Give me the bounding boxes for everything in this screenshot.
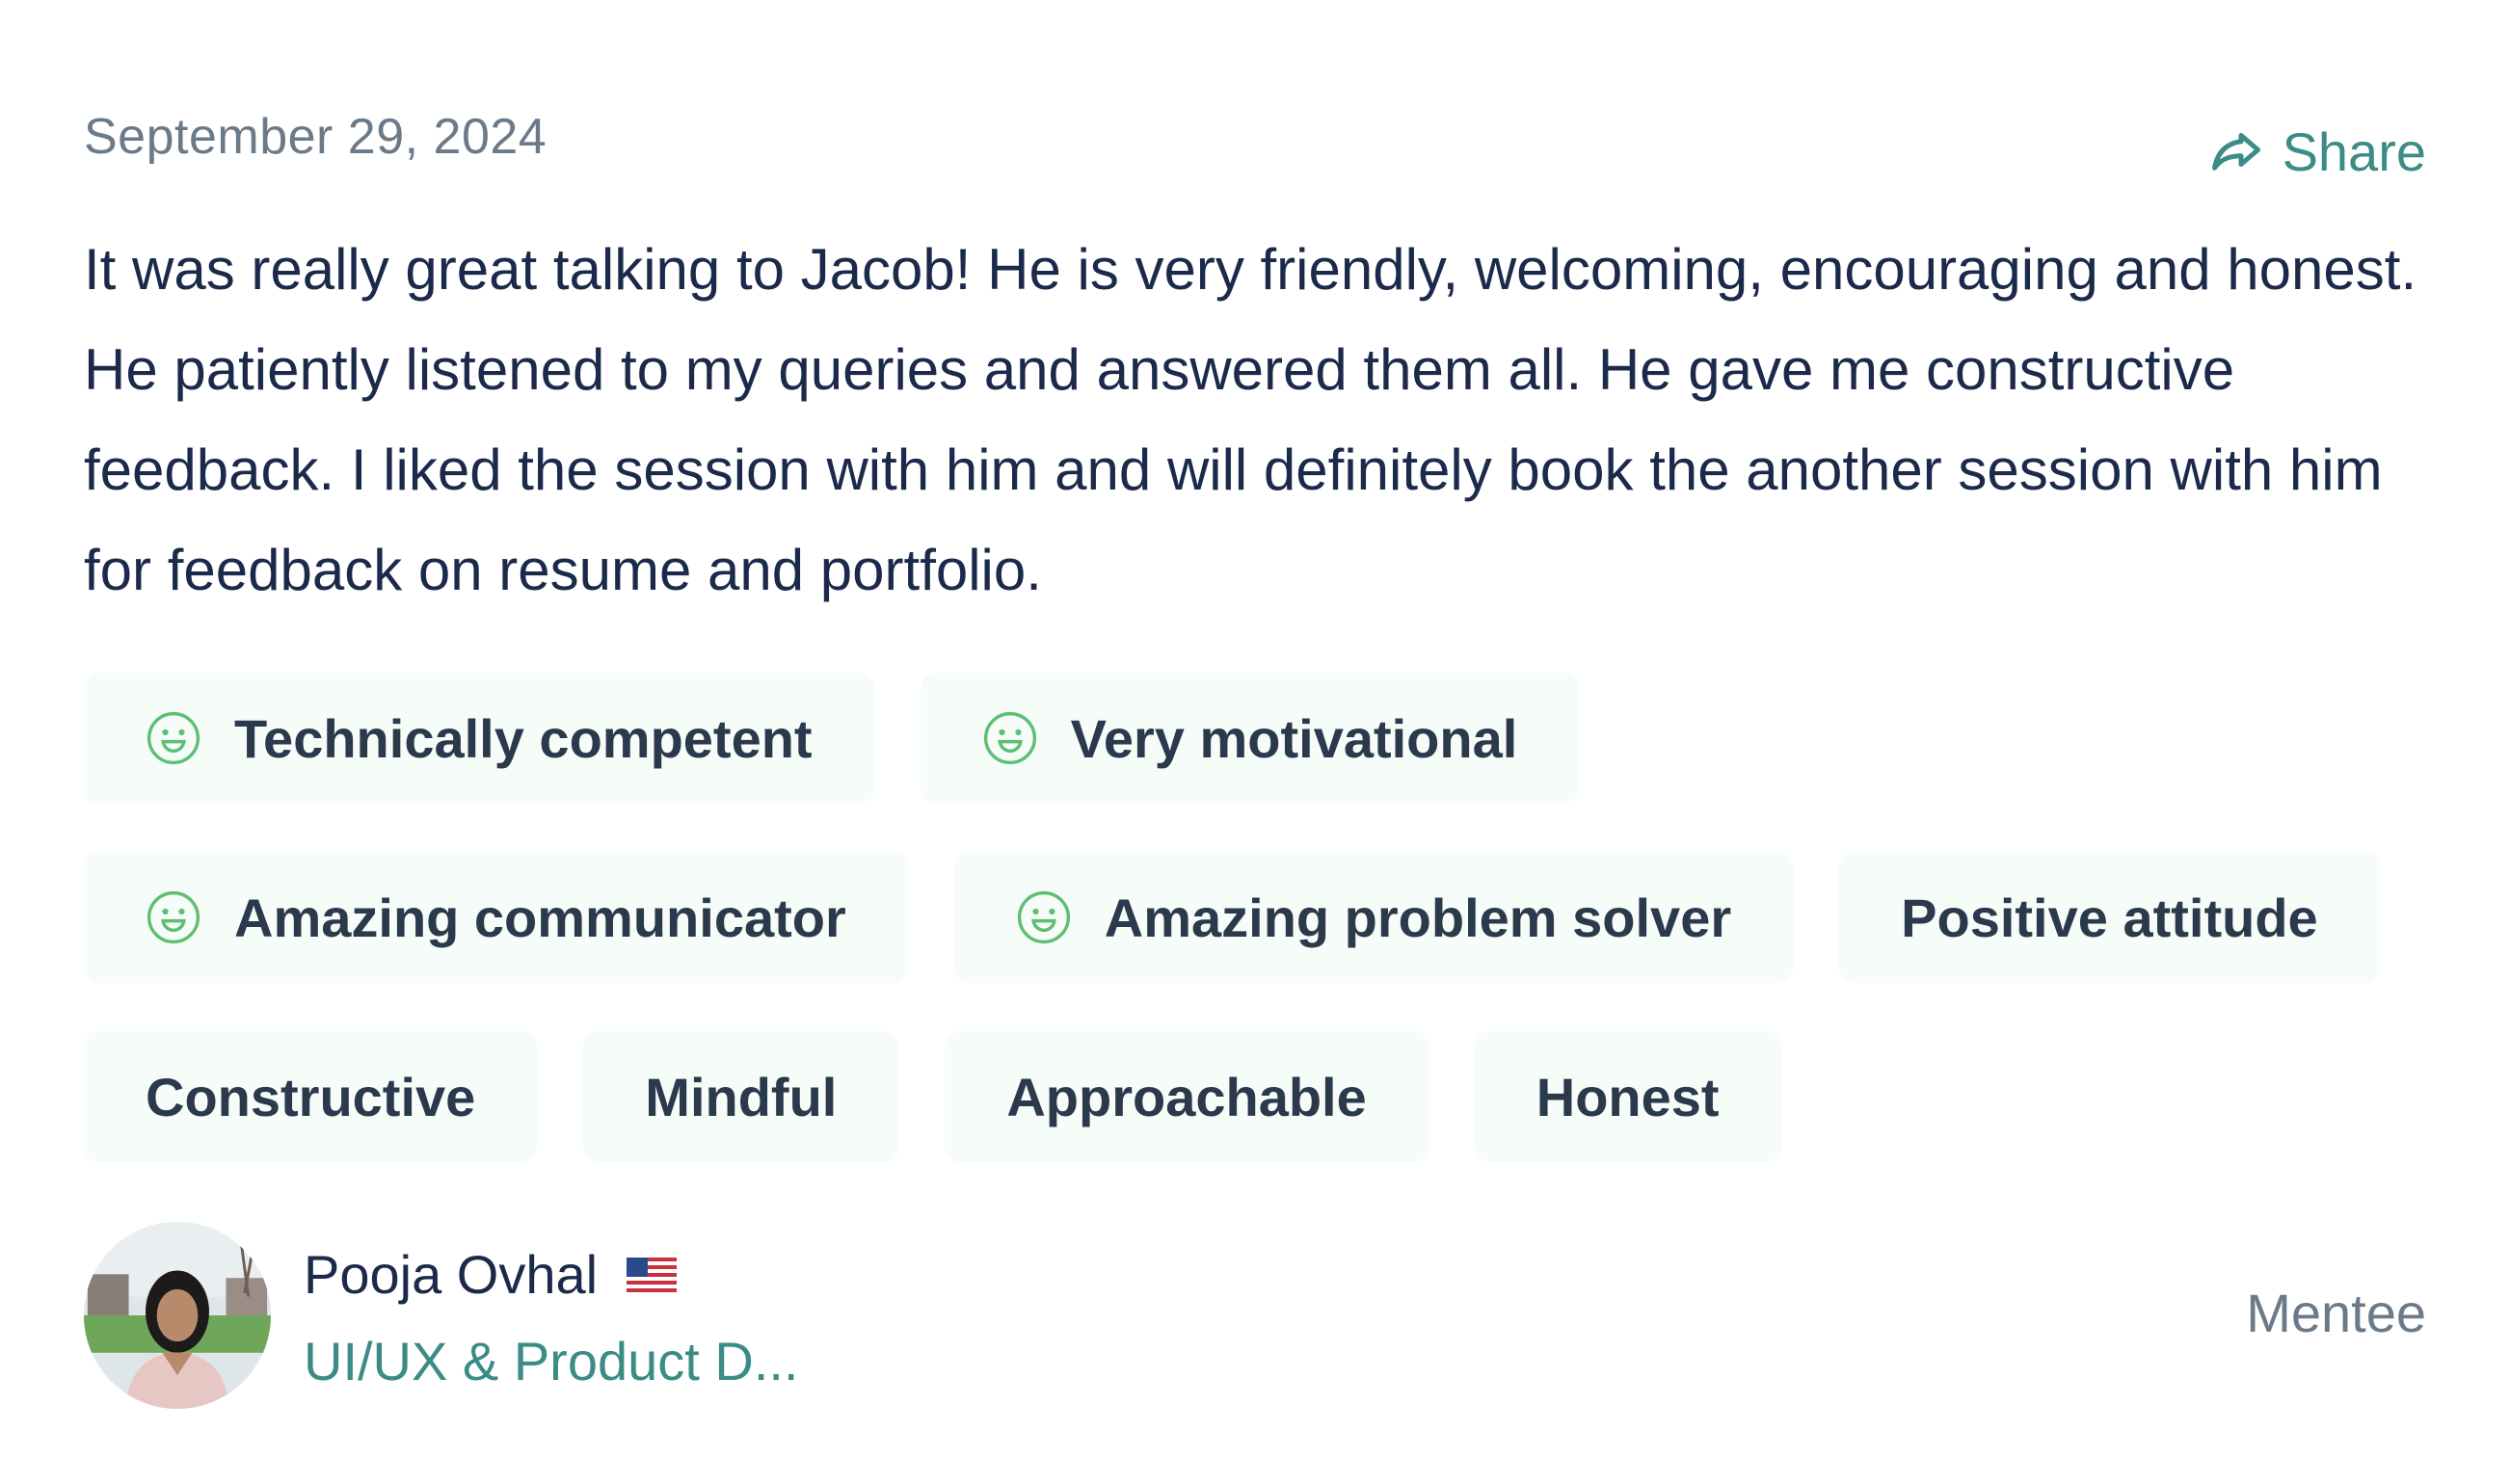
reviewer-name: Pooja Ovhal	[304, 1244, 599, 1305]
tag-label: Very motivational	[1070, 707, 1518, 769]
tag-positive-attitude: Positive attitude	[1839, 852, 2380, 983]
tag-approachable: Approachable	[945, 1031, 1429, 1162]
tag-label: Amazing problem solver	[1104, 887, 1732, 948]
smile-icon	[147, 890, 200, 944]
review-date: September 29, 2024	[84, 109, 547, 165]
tag-label: Positive attitude	[1901, 887, 2318, 948]
us-flag-icon	[627, 1257, 678, 1292]
avatar[interactable]	[84, 1222, 271, 1409]
smile-icon	[983, 711, 1036, 765]
tag-row: Constructive Mindful Approachable Honest	[84, 1031, 2436, 1162]
review-text: It was really great talking to Jacob! He…	[84, 237, 2417, 602]
reviewer: Pooja Ovhal UI/UX & Product D... Mentee	[84, 1222, 2426, 1415]
tag-very-motivational: Very motivational	[920, 673, 1580, 804]
tag-honest: Honest	[1474, 1031, 1781, 1162]
reviewer-headline[interactable]: UI/UX & Product D...	[304, 1330, 799, 1392]
tag-label: Approachable	[1006, 1066, 1367, 1127]
tag-amazing-communicator: Amazing communicator	[84, 852, 908, 983]
share-label: Share	[2282, 121, 2426, 182]
tag-label: Technically competent	[234, 707, 813, 769]
tag-label: Constructive	[146, 1066, 476, 1127]
tag-row: Amazing communicator Amazing problem sol…	[84, 852, 2436, 983]
feedback-tags: Technically competent Very motivational …	[84, 673, 2436, 1210]
tag-mindful: Mindful	[583, 1031, 899, 1162]
reviewer-name-row: Pooja Ovhal	[304, 1243, 678, 1306]
tag-amazing-problem-solver: Amazing problem solver	[953, 852, 1794, 983]
tag-row: Technically competent Very motivational	[84, 673, 2436, 804]
share-icon	[2207, 123, 2265, 181]
tag-label: Mindful	[645, 1066, 838, 1127]
tag-label: Amazing communicator	[234, 887, 846, 948]
smile-icon	[1017, 890, 1070, 944]
reviewer-role: Mentee	[2246, 1283, 2426, 1343]
tag-technically-competent: Technically competent	[84, 673, 874, 804]
smile-icon	[147, 711, 200, 765]
tag-label: Honest	[1535, 1066, 1720, 1127]
tag-constructive: Constructive	[84, 1031, 538, 1162]
share-button[interactable]: Share	[2207, 120, 2426, 183]
review-card: September 29, 2024 Share It was really g…	[0, 0, 2510, 1484]
